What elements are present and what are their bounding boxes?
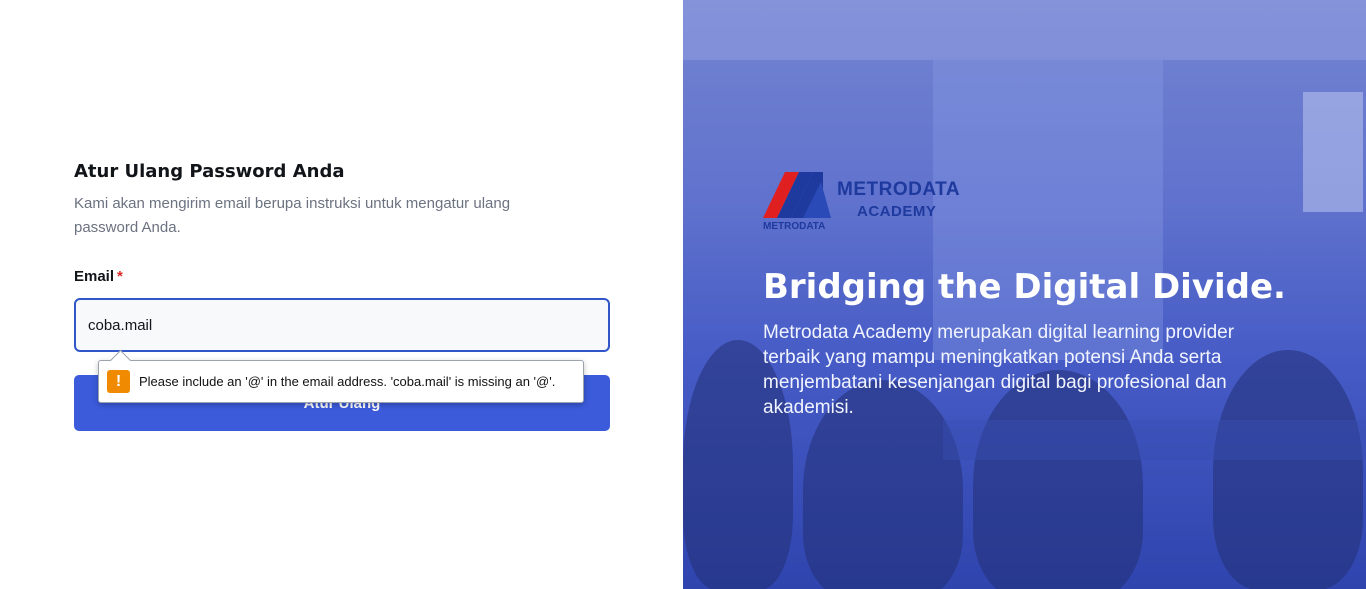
email-field[interactable]: coba.mail <box>74 298 610 352</box>
hero-description: Metrodata Academy merupakan digital lear… <box>763 322 1235 418</box>
logo-name: METRODATA <box>837 179 961 200</box>
hero-panel: METRODATA ACADEMY METRODATA Bridging the… <box>683 0 1366 589</box>
email-label: Email * <box>74 267 610 287</box>
hero-headline: Bridging the Digital Divide. <box>763 267 1286 307</box>
logo-subtitle: ACADEMY <box>857 203 937 220</box>
email-field-value: coba.mail <box>88 316 153 334</box>
page-description: Kami akan mengirim email berupa instruks… <box>74 195 511 236</box>
warning-icon: ! <box>107 370 130 393</box>
required-mark: * <box>117 268 123 285</box>
reset-password-panel: Atur Ulang Password Anda Kami akan mengi… <box>0 0 683 589</box>
page-title: Atur Ulang Password Anda <box>74 161 345 182</box>
logo-wordmark: METRODATA <box>763 221 826 232</box>
email-label-text: Email <box>74 268 115 285</box>
reset-password-form: Atur Ulang Password Anda Kami akan mengi… <box>74 160 610 431</box>
validation-tooltip: ! Please include an '@' in the email add… <box>98 360 584 403</box>
validation-message: Please include an '@' in the email addre… <box>139 374 556 389</box>
